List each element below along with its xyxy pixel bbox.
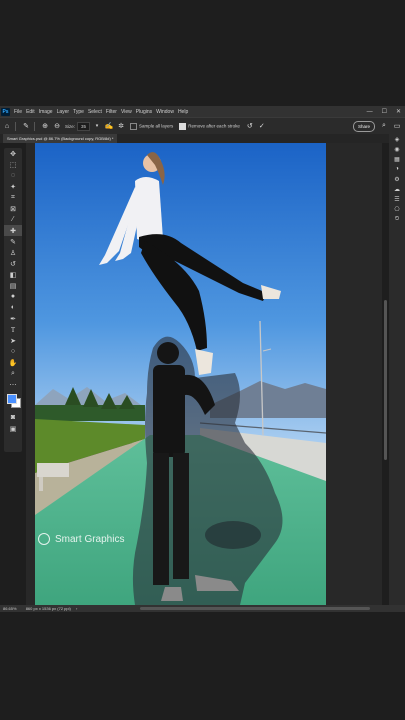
foreground-color-swatch[interactable]: [7, 394, 17, 404]
vertical-scrollbar[interactable]: [384, 300, 387, 460]
move-icon[interactable]: ✥: [4, 148, 22, 159]
checkbox-box: [130, 122, 138, 130]
color-swatches[interactable]: [4, 390, 22, 412]
options-bar: ⌂ ✎ ⊕ ⊖ Size: 35 ▾ ✍ ✲ Sample all layers…: [0, 117, 405, 135]
more-icon[interactable]: ⋯: [4, 379, 22, 390]
size-input[interactable]: 35: [77, 121, 91, 131]
blur-icon[interactable]: ●: [4, 291, 22, 302]
frame-icon[interactable]: ⊠: [4, 203, 22, 214]
commit-check-icon[interactable]: ✓: [257, 121, 267, 131]
remove-after-stroke-label: Remove after each stroke: [188, 123, 240, 129]
home-icon[interactable]: ⌂: [2, 121, 12, 131]
type-icon[interactable]: T: [4, 324, 22, 335]
spot-heal-icon[interactable]: ✚: [4, 225, 22, 236]
size-label: Size:: [65, 123, 76, 129]
menu-help[interactable]: Help: [178, 109, 188, 115]
window-controls: — ☐ ✕: [367, 106, 401, 117]
swatches-icon[interactable]: ▦: [389, 154, 405, 164]
quick-mask-icon[interactable]: ◙: [4, 412, 22, 423]
paths-icon[interactable]: ⎔: [389, 204, 405, 214]
chevron-down-icon[interactable]: ▾: [92, 121, 102, 131]
remove-tool-icon[interactable]: ✎: [21, 121, 31, 131]
watermark: Smart Graphics: [38, 533, 124, 545]
tools-panel: ✥ ⬚ ◌ ✦ ⌗ ⊠ ⁄ ✚ ✎ ♙ ↺ ◧ ▤ ● ◐ ✒ T ➤ ○ ✋ …: [4, 148, 22, 452]
color-icon[interactable]: ◉: [389, 144, 405, 154]
marquee-icon[interactable]: ⬚: [4, 159, 22, 170]
menu-type[interactable]: Type: [73, 109, 84, 115]
menu-window[interactable]: Window: [156, 109, 174, 115]
divider: [34, 121, 35, 131]
zoom-icon[interactable]: ⌕: [4, 368, 22, 379]
minimize-button[interactable]: —: [367, 109, 373, 115]
subtract-icon[interactable]: ⊖: [52, 121, 62, 131]
zoom-level[interactable]: 86.65%: [3, 606, 17, 611]
menu-plugins[interactable]: Plugins: [136, 109, 152, 115]
menu-edit[interactable]: Edit: [26, 109, 35, 115]
maximize-button[interactable]: ☐: [382, 108, 387, 115]
watermark-text: Smart Graphics: [55, 533, 125, 545]
watermark-logo-icon: [38, 533, 50, 545]
pressure-icon[interactable]: ✍: [104, 121, 114, 131]
menu-filter[interactable]: Filter: [106, 109, 117, 115]
history-icon[interactable]: ⏲: [389, 214, 405, 224]
channels-icon[interactable]: ☰: [389, 194, 405, 204]
crop-icon[interactable]: ⌗: [4, 192, 22, 203]
sample-all-layers-checkbox[interactable]: Sample all layers: [130, 122, 174, 130]
add-icon[interactable]: ⊕: [40, 121, 50, 131]
properties-icon[interactable]: ⚙: [389, 174, 405, 184]
adjustments-icon[interactable]: ◑: [389, 164, 405, 174]
menu-bar: Ps File Edit Image Layer Type Select Fil…: [0, 106, 405, 117]
pen-icon[interactable]: ✒: [4, 313, 22, 324]
sample-all-layers-label: Sample all layers: [139, 123, 174, 129]
remove-after-stroke-checkbox[interactable]: Remove after each stroke: [179, 122, 240, 130]
menu-image[interactable]: Image: [39, 109, 53, 115]
eraser-icon[interactable]: ◧: [4, 269, 22, 280]
workspace-icon[interactable]: ▭: [392, 121, 402, 131]
menu-layer[interactable]: Layer: [57, 109, 70, 115]
right-panel-dock: ◈ ◉ ▦ ◑ ⚙ ☁ ☰ ⎔ ⏲: [389, 134, 405, 605]
gradient-icon[interactable]: ▤: [4, 280, 22, 291]
brush-icon[interactable]: ✎: [4, 236, 22, 247]
horizontal-scrollbar[interactable]: [140, 607, 370, 610]
path-select-icon[interactable]: ➤: [4, 335, 22, 346]
stamp-icon[interactable]: ♙: [4, 247, 22, 258]
eyedropper-icon[interactable]: ⁄: [4, 214, 22, 225]
menu-select[interactable]: Select: [88, 109, 102, 115]
history-brush-icon[interactable]: ↺: [4, 258, 22, 269]
gear-icon[interactable]: ✲: [116, 121, 126, 131]
divider: [15, 121, 16, 131]
screen-mode-icon[interactable]: ▣: [4, 423, 22, 434]
document-tab[interactable]: Smart Graphics.psd @ 86.7% (Background c…: [3, 134, 118, 143]
app-logo: Ps: [1, 107, 10, 116]
checkbox-box-checked: [179, 122, 187, 130]
close-button[interactable]: ✕: [396, 108, 401, 115]
cancel-icon[interactable]: ↺: [245, 121, 255, 131]
libraries-icon[interactable]: ☁: [389, 184, 405, 194]
dodge-icon[interactable]: ◐: [4, 302, 22, 313]
search-icon[interactable]: ⌕: [379, 121, 389, 131]
chevron-right-icon[interactable]: ›: [76, 606, 77, 611]
share-button[interactable]: Share: [352, 121, 375, 132]
rectangle-icon[interactable]: ○: [4, 346, 22, 357]
menu-file[interactable]: File: [14, 109, 22, 115]
hand-icon[interactable]: ✋: [4, 357, 22, 368]
layers-icon[interactable]: ◈: [389, 134, 405, 144]
menu-view[interactable]: View: [121, 109, 132, 115]
document-dimensions: 860 px x 1536 px (72 ppi): [25, 606, 71, 611]
lasso-icon[interactable]: ◌: [4, 170, 22, 181]
quick-select-icon[interactable]: ✦: [4, 181, 22, 192]
